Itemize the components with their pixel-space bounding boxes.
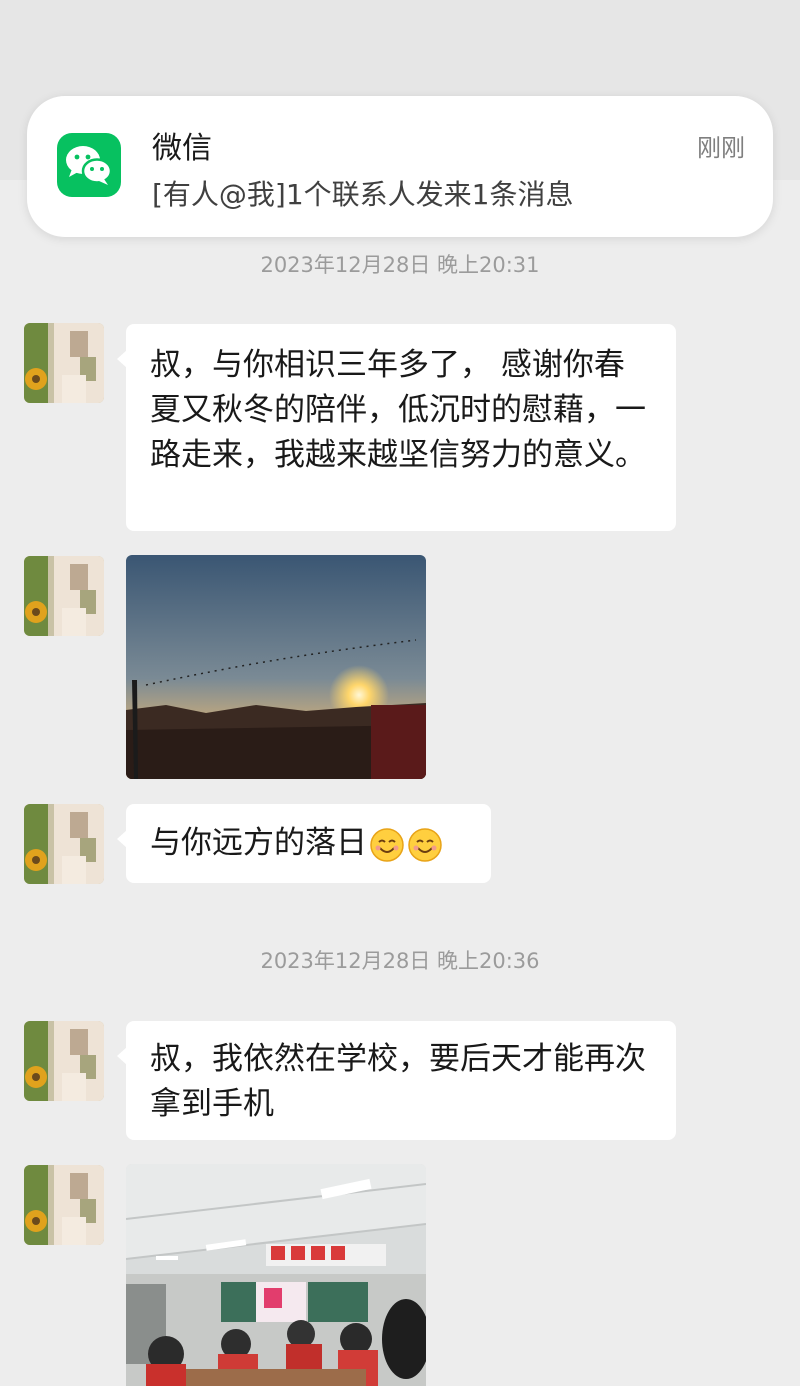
notification-message: [有人@我]1个联系人发来1条消息: [152, 178, 574, 211]
notification-app-name: 微信: [152, 131, 212, 166]
contact-avatar[interactable]: [24, 323, 104, 403]
notification-time: 刚刚: [697, 134, 745, 162]
message-text: 叔，与你相识三年多了， 感谢你春夏又秋冬的陪伴，低沉时的慰藉，一路走来，我越来越…: [150, 347, 646, 473]
wechat-icon: [57, 133, 121, 197]
message-text: 叔，我依然在学校，要后天才能再次拿到手机: [150, 1041, 646, 1122]
message-bubble[interactable]: 叔，我依然在学校，要后天才能再次拿到手机: [117, 1021, 676, 1140]
message-text: 与你远方的落日: [150, 825, 367, 861]
contact-avatar[interactable]: [24, 1021, 104, 1101]
message-bubble[interactable]: 叔，与你相识三年多了， 感谢你春夏又秋冬的陪伴，低沉时的慰藉，一路走来，我越来越…: [117, 324, 676, 531]
classroom-photo[interactable]: [126, 1164, 426, 1386]
contact-avatar[interactable]: [24, 804, 104, 884]
message-bubble[interactable]: 与你远方的落日: [117, 804, 491, 883]
smiling-face-emoji: [369, 827, 405, 863]
chat-timestamp: 2023年12月28日 晚上20:31: [260, 253, 540, 277]
chat-timestamp: 2023年12月28日 晚上20:36: [260, 949, 540, 973]
contact-avatar[interactable]: [24, 1165, 104, 1245]
sunset-photo[interactable]: [126, 555, 426, 779]
smiling-face-emoji: [407, 827, 443, 863]
notification-banner[interactable]: 微信 [有人@我]1个联系人发来1条消息 刚刚: [27, 96, 773, 237]
contact-avatar[interactable]: [24, 556, 104, 636]
